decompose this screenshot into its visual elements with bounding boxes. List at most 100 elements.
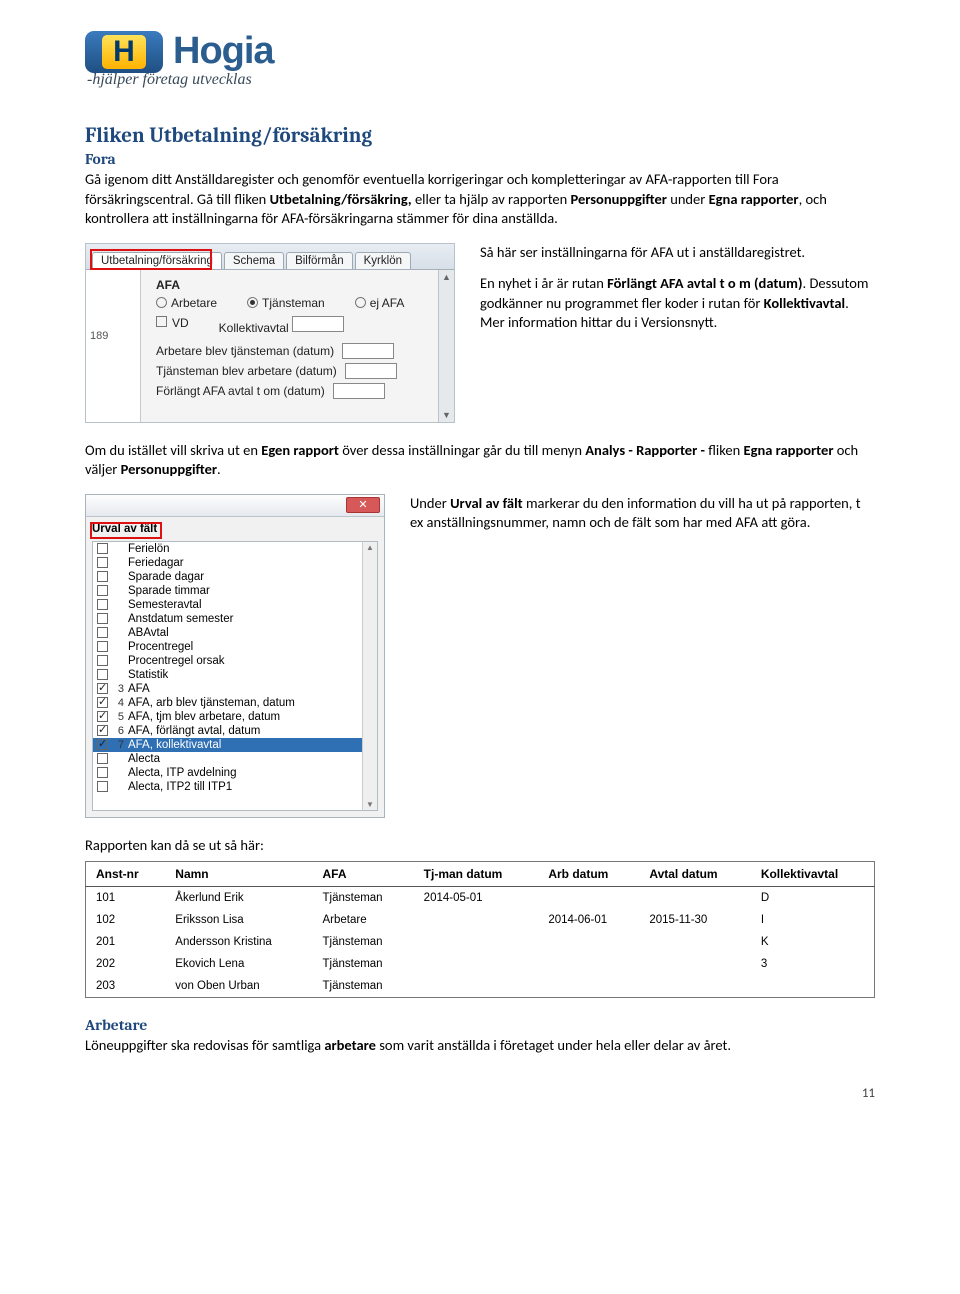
checkbox-icon[interactable] <box>97 669 108 680</box>
section-title: Fliken Utbetalning/försäkring <box>85 124 875 148</box>
list-item[interactable]: Sparade dagar <box>93 570 377 584</box>
report-table: Anst-nrNamnAFATj-man datumArb datumAvtal… <box>85 861 875 998</box>
list-item[interactable]: Ferielön <box>93 542 377 556</box>
item-number: 7 <box>112 739 124 751</box>
page-number: 11 <box>85 1086 875 1101</box>
list-item[interactable]: Alecta, ITP2 till ITP1 <box>93 780 377 794</box>
checkbox-icon[interactable] <box>97 557 108 568</box>
checkbox-icon[interactable] <box>97 627 108 638</box>
table-row: 202Ekovich LenaTjänsteman3 <box>86 953 875 975</box>
item-number: 6 <box>112 725 124 737</box>
checkbox-icon[interactable] <box>97 697 108 708</box>
list-item[interactable]: Alecta, ITP avdelning <box>93 766 377 780</box>
logo-icon: H <box>85 31 163 73</box>
col-header: AFA <box>313 862 414 887</box>
date-input-3[interactable] <box>333 383 385 399</box>
afa-settings-screenshot: Utbetalning/försäkring Schema Bilförmån … <box>85 243 455 423</box>
checkbox-icon[interactable] <box>97 767 108 778</box>
checkbox-icon[interactable] <box>97 571 108 582</box>
tab-bar: Utbetalning/försäkring Schema Bilförmån … <box>86 244 454 270</box>
list-item[interactable]: Statistik <box>93 668 377 682</box>
logo-tagline: -hjälper företag utvecklas <box>87 71 875 89</box>
field-forlangt-afa: Förlängt AFA avtal t om (datum) <box>156 383 446 399</box>
list-item[interactable]: Anstdatum semester <box>93 612 377 626</box>
item-label: Procentregel orsak <box>128 655 225 667</box>
checkbox-icon[interactable] <box>97 599 108 610</box>
checkbox-icon[interactable] <box>97 711 108 722</box>
list-item[interactable]: ABAvtal <box>93 626 377 640</box>
caption-afa-settings: Så här ser inställningarna för AFA ut i … <box>480 243 875 263</box>
checkbox-icon[interactable] <box>97 683 108 694</box>
scrollbar-vertical[interactable] <box>438 270 454 422</box>
checkbox-icon[interactable] <box>97 753 108 764</box>
item-label: Feriedagar <box>128 557 184 569</box>
tab-utbetalning[interactable]: Utbetalning/försäkring <box>92 252 222 269</box>
check-vd[interactable]: VD <box>156 316 189 335</box>
item-label: Sparade dagar <box>128 571 204 583</box>
arbetare-paragraph: Löneuppgifter ska redovisas för samtliga… <box>85 1036 875 1056</box>
item-label: Alecta, ITP avdelning <box>128 767 236 779</box>
checkbox-icon[interactable] <box>97 725 108 736</box>
list-item[interactable]: Sparade timmar <box>93 584 377 598</box>
item-label: Anstdatum semester <box>128 613 233 625</box>
item-label: AFA, arb blev tjänsteman, datum <box>128 697 295 709</box>
checkbox-icon[interactable] <box>97 739 108 750</box>
item-label: AFA, kollektivavtal <box>128 739 221 751</box>
list-item[interactable]: 4 AFA, arb blev tjänsteman, datum <box>93 696 377 710</box>
afa-group-label: AFA <box>156 278 446 292</box>
col-header: Namn <box>165 862 312 887</box>
date-input-2[interactable] <box>345 363 397 379</box>
field-list[interactable]: Ferielön Feriedagar Sparade dagar Sparade t… <box>92 541 378 811</box>
tab-kyrklon[interactable]: Kyrklön <box>355 252 411 269</box>
checkbox-icon[interactable] <box>97 655 108 666</box>
checkbox-icon[interactable] <box>97 641 108 652</box>
scrollbar-vertical[interactable] <box>362 542 377 810</box>
checkbox-icon[interactable] <box>97 585 108 596</box>
logo-brand: Hogia <box>173 30 274 73</box>
radio-tjansteman[interactable]: Tjänsteman <box>247 296 325 310</box>
item-label: Procentregel <box>128 641 193 653</box>
item-number: 3 <box>112 683 124 695</box>
item-label: Ferielön <box>128 543 170 555</box>
col-header: Anst-nr <box>86 862 166 887</box>
dialog-titlebar: ✕ <box>86 495 384 517</box>
caption-urval: Under Urval av fält markerar du den info… <box>410 494 875 533</box>
date-input-1[interactable] <box>342 343 394 359</box>
field-arbetare-blev-tjm: Arbetare blev tjänsteman (datum) <box>156 343 446 359</box>
list-item[interactable]: 6 AFA, förlängt avtal, datum <box>93 724 377 738</box>
kollektivavtal-field: Kollektivavtal <box>219 316 344 335</box>
list-item[interactable]: Semesteravtal <box>93 598 377 612</box>
radio-ej-afa[interactable]: ej AFA <box>355 296 405 310</box>
table-row: 201Andersson KristinaTjänstemanK <box>86 931 875 953</box>
list-item[interactable]: 5AFA, tjm blev arbetare, datum <box>93 710 377 724</box>
item-label: ABAvtal <box>128 627 169 639</box>
col-header: Kollektivavtal <box>751 862 875 887</box>
item-label: AFA, tjm blev arbetare, datum <box>128 711 280 723</box>
highlight-rect-icon <box>90 522 162 539</box>
list-item[interactable]: Procentregel orsak <box>93 654 377 668</box>
checkbox-icon[interactable] <box>97 543 108 554</box>
checkbox-icon[interactable] <box>97 613 108 624</box>
list-item[interactable]: Feriedagar <box>93 556 377 570</box>
table-row: 102Eriksson LisaArbetare2014-06-012015-1… <box>86 909 875 931</box>
item-label: Statistik <box>128 669 168 681</box>
list-item[interactable]: 3 AFA <box>93 682 377 696</box>
col-header: Tj-man datum <box>414 862 539 887</box>
radio-arbetare[interactable]: Arbetare <box>156 296 217 310</box>
kollektivavtal-input[interactable] <box>292 316 344 332</box>
list-item[interactable]: Procentregel <box>93 640 377 654</box>
tab-bilforman[interactable]: Bilförmån <box>286 252 353 269</box>
tab-schema[interactable]: Schema <box>224 252 284 269</box>
urval-dialog: ✕ Urval av fält FerielönFeriedagarSparad… <box>85 494 385 818</box>
item-label: AFA <box>128 683 150 695</box>
col-header: Arb datum <box>538 862 639 887</box>
item-label: Sparade timmar <box>128 585 210 597</box>
item-number: 4 <box>112 697 124 709</box>
close-icon[interactable]: ✕ <box>346 497 380 513</box>
item-label: AFA, förlängt avtal, datum <box>128 725 260 737</box>
list-item[interactable]: 7 AFA, kollektivavtal <box>93 738 377 752</box>
list-item[interactable]: Alecta <box>93 752 377 766</box>
checkbox-icon[interactable] <box>97 781 108 792</box>
field-tjm-blev-arbetare: Tjänsteman blev arbetare (datum) <box>156 363 446 379</box>
table-row: 101Åkerlund ErikTjänsteman2014-05-01D <box>86 887 875 910</box>
